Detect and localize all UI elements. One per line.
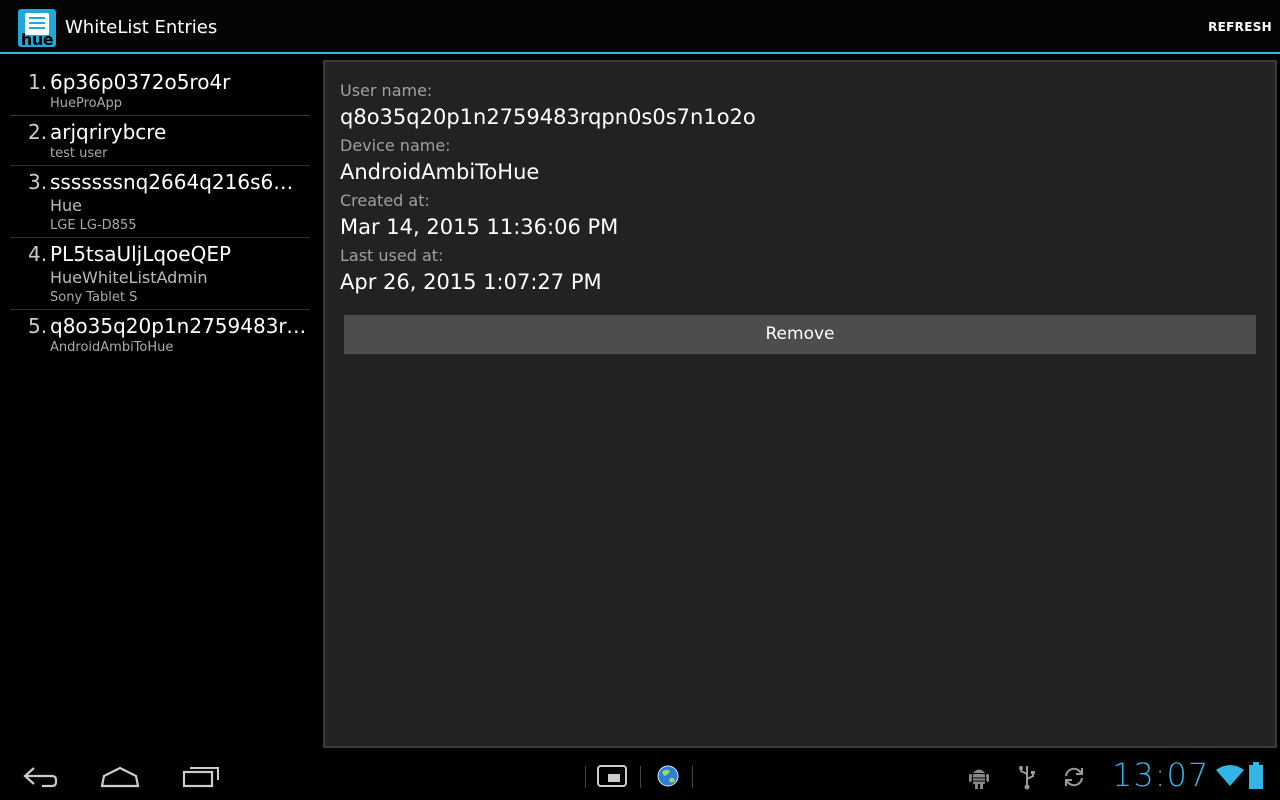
entry-number: 2. bbox=[28, 120, 48, 144]
created-at-label: Created at: bbox=[340, 191, 430, 210]
entry-name: q8o35q20p1n2759483rq… bbox=[50, 314, 310, 338]
entry-number: 1. bbox=[28, 70, 48, 94]
entry-device: Sony Tablet S bbox=[50, 290, 138, 305]
hue-app-icon[interactable]: hue bbox=[18, 9, 56, 47]
last-used-label: Last used at: bbox=[340, 246, 444, 265]
last-used-value: Apr 26, 2015 1:07:27 PM bbox=[340, 270, 602, 294]
user-name-label: User name: bbox=[340, 81, 433, 100]
clock[interactable]: 13:07 bbox=[1112, 756, 1209, 794]
entry-device: test user bbox=[50, 146, 108, 161]
recents-icon[interactable] bbox=[182, 762, 220, 794]
entry-device: HueProApp bbox=[50, 96, 123, 111]
battery-icon bbox=[1249, 762, 1263, 794]
device-name-value: AndroidAmbiToHue bbox=[340, 160, 540, 184]
android-debug-icon bbox=[968, 764, 990, 794]
entry-number: 3. bbox=[28, 170, 48, 194]
entry-app: Hue bbox=[50, 196, 83, 215]
action-bar: hue WhiteList Entries REFRESH bbox=[0, 0, 1280, 54]
nav-divider bbox=[640, 766, 641, 788]
system-bar: 13:07 bbox=[0, 752, 1280, 800]
entry-app: HueWhiteListAdmin bbox=[50, 268, 208, 287]
entry-name: sssssssnq2664q216s6… bbox=[50, 170, 294, 194]
nav-divider bbox=[692, 766, 693, 788]
list-item[interactable]: 2. arjqrirybcre test user bbox=[10, 116, 310, 166]
created-at-value: Mar 14, 2015 11:36:06 PM bbox=[340, 215, 619, 239]
app-icon-label: hue bbox=[20, 30, 54, 47]
entry-name: arjqrirybcre bbox=[50, 120, 167, 144]
device-name-label: Device name: bbox=[340, 136, 451, 155]
page-title: WhiteList Entries bbox=[65, 17, 218, 38]
home-icon[interactable] bbox=[100, 762, 140, 794]
usb-icon bbox=[1018, 764, 1036, 794]
list-item[interactable]: 3. sssssssnq2664q216s6… Hue LGE LG-D855 bbox=[10, 166, 310, 238]
refresh-button[interactable]: REFRESH bbox=[1208, 20, 1272, 34]
nav-divider bbox=[585, 766, 586, 788]
wifi-icon bbox=[1216, 764, 1244, 792]
list-item[interactable]: 4. PL5tsaUljLqoeQEP HueWhiteListAdmin So… bbox=[10, 238, 310, 310]
browser-globe-icon[interactable] bbox=[656, 762, 680, 794]
remove-button[interactable]: Remove bbox=[344, 315, 1256, 355]
detail-panel: User name: q8o35q20p1n2759483rqpn0s0s7n1… bbox=[323, 60, 1277, 748]
entry-name: 6p36p0372o5ro4r bbox=[50, 70, 231, 94]
sync-icon bbox=[1062, 764, 1086, 794]
screen-compat-icon[interactable] bbox=[596, 762, 628, 794]
back-icon[interactable] bbox=[22, 762, 58, 794]
entry-number: 4. bbox=[28, 242, 48, 266]
entry-number: 5. bbox=[28, 314, 48, 338]
user-name-value: q8o35q20p1n2759483rqpn0s0s7n1o2o bbox=[340, 105, 756, 129]
list-item[interactable]: 1. 6p36p0372o5ro4r HueProApp bbox=[10, 66, 310, 116]
whitelist-list: 1. 6p36p0372o5ro4r HueProApp 2. arjqriry… bbox=[10, 66, 310, 359]
entry-name: PL5tsaUljLqoeQEP bbox=[50, 242, 232, 266]
entry-device: AndroidAmbiToHue bbox=[50, 340, 174, 355]
list-item[interactable]: 5. q8o35q20p1n2759483rq… AndroidAmbiToHu… bbox=[10, 310, 310, 359]
entry-device: LGE LG-D855 bbox=[50, 218, 137, 233]
